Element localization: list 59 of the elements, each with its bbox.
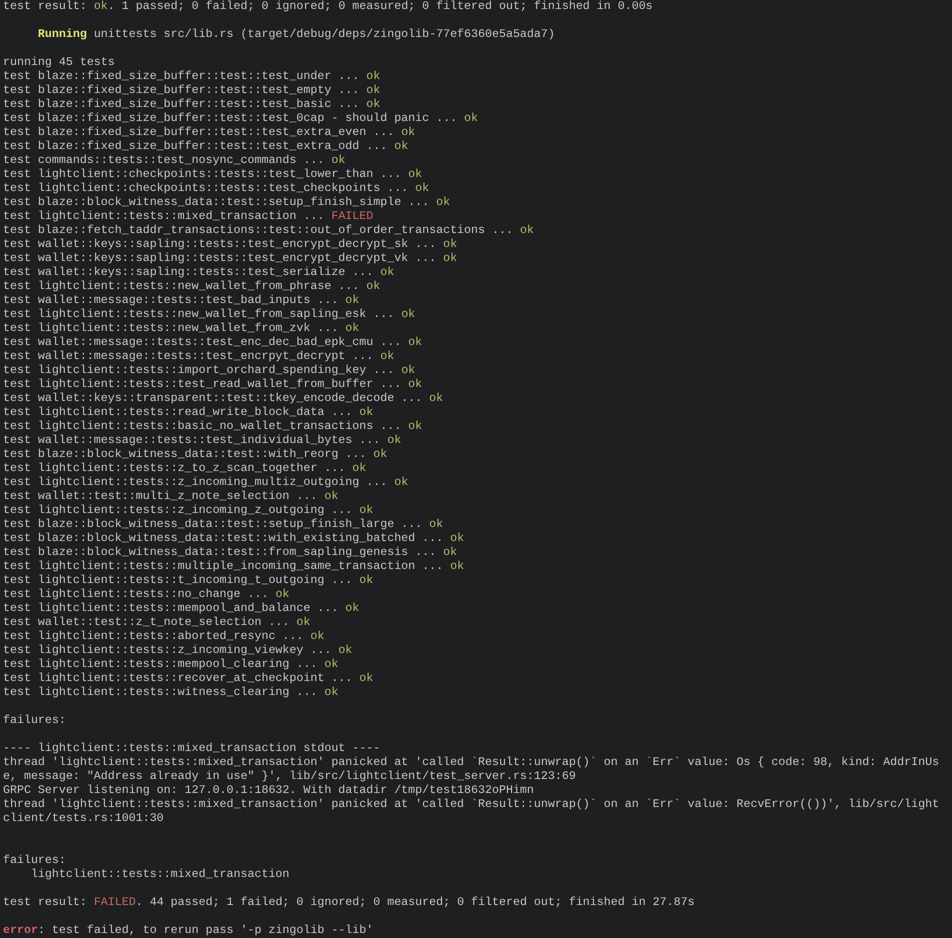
terminal-line: test blaze::block_witness_data::test::from_sapling_genesis ... ok [3, 546, 458, 560]
terminal-line: test lightclient::tests::no_change ... ok [3, 588, 290, 602]
terminal-line: test blaze::fixed_size_buffer::test::test_extra_odd ... ok [3, 140, 408, 154]
terminal-line: test lightclient::tests::z_incoming_multiz_outgoing ... ok [3, 476, 408, 490]
terminal-line: test lightclient::tests::test_read_wallet_from_buffer ... ok [3, 378, 422, 392]
terminal-line: test lightclient::tests::witness_clearing ... ok [3, 686, 338, 700]
terminal-line: test lightclient::tests::import_orchard_spending_key ... ok [3, 364, 416, 378]
terminal-line: test blaze::fixed_size_buffer::test::test_basic ... ok [3, 98, 380, 112]
terminal-line: test wallet::keys::sapling::tests::test_serialize ... ok [3, 266, 394, 280]
terminal-line: GRPC Server listening on: 127.0.0.1:18632. With datadir /tmp/test18632oPHimn [3, 784, 534, 798]
terminal-line: test blaze::fetch_taddr_transactions::test::out_of_order_transactions ... ok [3, 224, 534, 238]
terminal-line: test lightclient::tests::mempool_and_balance ... ok [3, 602, 360, 616]
terminal-line: test lightclient::tests::recover_at_checkpoint ... ok [3, 672, 374, 686]
terminal-line: test lightclient::tests::t_incoming_t_outgoing ... ok [3, 574, 374, 588]
terminal-line: test lightclient::tests::z_to_z_scan_together ... ok [3, 462, 366, 476]
terminal-line: test blaze::fixed_size_buffer::test::test_extra_even ... ok [3, 126, 416, 140]
terminal-line: test lightclient::tests::new_wallet_from_sapling_esk ... ok [3, 308, 416, 322]
terminal-line: test lightclient::tests::multiple_incoming_same_transaction ... ok [3, 560, 464, 574]
terminal-line: test wallet::message::tests::test_enc_dec_bad_epk_cmu ... ok [3, 336, 422, 350]
terminal-line: client/tests.rs:1001:30 [3, 812, 164, 826]
terminal-line: test blaze::block_witness_data::test::setup_finish_simple ... ok [3, 196, 450, 210]
terminal-line: test result: FAILED. 44 passed; 1 failed; 0 ignored; 0 measured; 0 filtered out; finished in 27.87s [3, 896, 695, 910]
terminal-line: test lightclient::tests::mempool_clearing ... ok [3, 658, 338, 672]
terminal-line: test lightclient::tests::basic_no_wallet_transactions ... ok [3, 420, 422, 434]
terminal-line: test lightclient::tests::z_incoming_viewkey ... ok [3, 644, 352, 658]
terminal-line: test lightclient::tests::new_wallet_from_phrase ... ok [3, 280, 380, 294]
terminal-line: e, message: "Address already in use" }', lib/src/lightclient/test_server.rs:123:69 [3, 770, 576, 784]
terminal-line: test blaze::fixed_size_buffer::test::test_under ... ok [3, 70, 380, 84]
terminal-line: Running unittests src/lib.rs (target/debug/deps/zingolib-77ef6360e5a5ada7) [38, 28, 555, 42]
terminal-line: test lightclient::tests::new_wallet_from_zvk ... ok [3, 322, 360, 336]
terminal-line: test wallet::keys::sapling::tests::test_encrypt_decrypt_sk ... ok [3, 238, 458, 252]
terminal-line: test lightclient::tests::aborted_resync ... ok [3, 630, 324, 644]
terminal-line: failures: [3, 714, 66, 728]
terminal-line: test commands::tests::test_nosync_commands ... ok [3, 154, 346, 168]
terminal-line: running 45 tests [3, 56, 115, 70]
terminal-line: test wallet::test::multi_z_note_selection ... ok [3, 490, 338, 504]
terminal-line: test lightclient::tests::mixed_transaction ... FAILED [3, 210, 374, 224]
terminal-line: ---- lightclient::tests::mixed_transaction stdout ---- [3, 742, 380, 756]
terminal-line: test result: ok. 1 passed; 0 failed; 0 ignored; 0 measured; 0 filtered out; finished in 0.00s [3, 0, 653, 14]
terminal-line: test lightclient::checkpoints::tests::test_lower_than ... ok [3, 168, 422, 182]
terminal-line: failures: [3, 854, 66, 868]
terminal-line: test wallet::message::tests::test_bad_inputs ... ok [3, 294, 360, 308]
terminal-line: test wallet::keys::transparent::test::tkey_encode_decode ... ok [3, 392, 444, 406]
terminal-line: test wallet::keys::sapling::tests::test_encrypt_decrypt_vk ... ok [3, 252, 458, 266]
terminal-line: test lightclient::tests::read_write_block_data ... ok [3, 406, 374, 420]
terminal-line: test wallet::message::tests::test_encrpyt_decrypt ... ok [3, 350, 394, 364]
terminal-line: test blaze::block_witness_data::test::with_reorg ... ok [3, 448, 388, 462]
terminal-line: thread 'lightclient::tests::mixed_transaction' panicked at 'called `Result::unwrap()` on an `Err` value: Os { code: 98, kind: AddrInUs [3, 756, 940, 770]
terminal-line: test lightclient::tests::z_incoming_z_outgoing ... ok [3, 504, 374, 518]
terminal-line: thread 'lightclient::tests::mixed_transaction' panicked at 'called `Result::unwrap()` on an `Err` value: RecvError(())', lib/src/light [3, 798, 940, 812]
terminal-line: test wallet::message::tests::test_individual_bytes ... ok [3, 434, 402, 448]
terminal-line: test blaze::fixed_size_buffer::test::test_0cap - should panic ... ok [3, 112, 478, 126]
terminal-line: test wallet::test::z_t_note_selection ... ok [3, 616, 310, 630]
terminal-line: test blaze::fixed_size_buffer::test::test_empty ... ok [3, 84, 380, 98]
terminal-line: lightclient::tests::mixed_transaction [30, 868, 290, 882]
terminal-line: test blaze::block_witness_data::test::with_existing_batched ... ok [3, 532, 464, 546]
terminal-line: error: test failed, to rerun pass '-p zingolib --lib' [3, 924, 374, 938]
terminal-line: test lightclient::checkpoints::tests::test_checkpoints ... ok [3, 182, 430, 196]
terminal-line: test blaze::block_witness_data::test::setup_finish_large ... ok [3, 518, 444, 532]
